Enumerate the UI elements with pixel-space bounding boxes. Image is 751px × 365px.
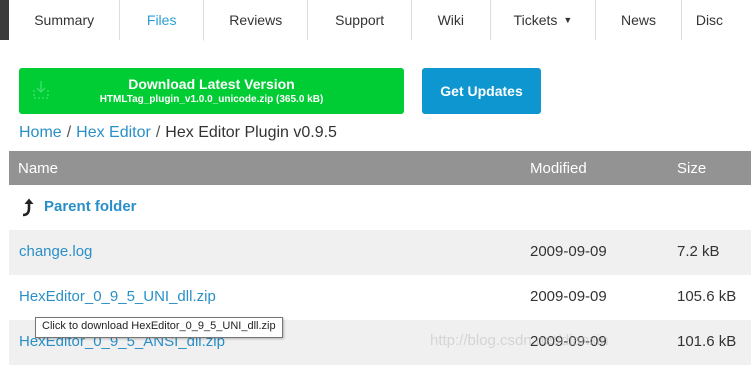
tab-label: Wiki [437, 12, 465, 28]
tab-label: Tickets [513, 12, 558, 28]
caret-down-icon: ▼ [563, 15, 573, 25]
column-header-name[interactable]: Name [18, 160, 58, 177]
get-updates-button[interactable]: Get Updates [422, 68, 541, 114]
file-modified: 2009-09-09 [530, 243, 607, 260]
tab-label: Disc [695, 12, 724, 28]
tab-wiki[interactable]: Wiki [411, 0, 491, 40]
tab-label: Reviews [229, 12, 283, 28]
tab-reviews[interactable]: Reviews [204, 0, 309, 40]
tab-discussion[interactable]: Disc [681, 0, 751, 40]
tab-label: Files [146, 12, 177, 28]
download-tooltip: Click to download HexEditor_0_9_5_UNI_dl… [35, 317, 283, 338]
breadcrumb-separator: / [66, 124, 72, 141]
file-modified: 2009-09-09 [530, 288, 607, 305]
turn-up-arrow-icon [22, 198, 34, 217]
file-link[interactable]: HexEditor_0_9_5_UNI_dll.zip [19, 288, 216, 305]
column-header-modified[interactable]: Modified [530, 160, 587, 177]
tab-tickets[interactable]: Tickets ▼ [490, 0, 597, 40]
project-tabs: Summary Files Reviews Support Wiki Ticke… [9, 0, 751, 41]
file-size: 101.6 kB [677, 333, 737, 350]
file-size: 105.6 kB [677, 288, 737, 305]
tab-label: Support [335, 12, 385, 28]
tab-news[interactable]: News [596, 0, 682, 40]
tab-files[interactable]: Files [120, 0, 205, 41]
tab-summary[interactable]: Summary [9, 0, 121, 40]
files-table-header: Name Modified Size [9, 151, 751, 185]
parent-folder-row[interactable]: Parent folder [9, 185, 751, 230]
tab-support[interactable]: Support [308, 0, 412, 40]
table-row: HexEditor_0_9_5_UNI_dll.zip 2009-09-09 1… [9, 275, 751, 320]
download-filename: HTMLTag_plugin_v1.0.0_unicode.zip (365.0… [99, 94, 324, 105]
file-modified: 2009-09-09 [530, 333, 607, 350]
column-header-size[interactable]: Size [677, 160, 706, 177]
file-size: 7.2 kB [677, 243, 720, 260]
breadcrumb: Home / Hex Editor / Hex Editor Plugin v0.9.5 [19, 124, 337, 142]
download-title: Download Latest Version [128, 76, 295, 92]
breadcrumb-home[interactable]: Home [19, 124, 62, 141]
file-link[interactable]: change.log [19, 243, 92, 260]
breadcrumb-hex-editor[interactable]: Hex Editor [76, 124, 151, 141]
breadcrumb-current: Hex Editor Plugin v0.9.5 [165, 124, 337, 141]
sidebar-edge [0, 0, 9, 40]
tab-label: News [620, 12, 656, 28]
table-row: change.log 2009-09-09 7.2 kB [9, 230, 751, 275]
breadcrumb-separator: / [155, 124, 161, 141]
tab-label: Summary [34, 12, 95, 28]
download-latest-button[interactable]: Download Latest Version HTMLTag_plugin_v… [19, 68, 404, 114]
parent-folder-link[interactable]: Parent folder [44, 198, 137, 215]
